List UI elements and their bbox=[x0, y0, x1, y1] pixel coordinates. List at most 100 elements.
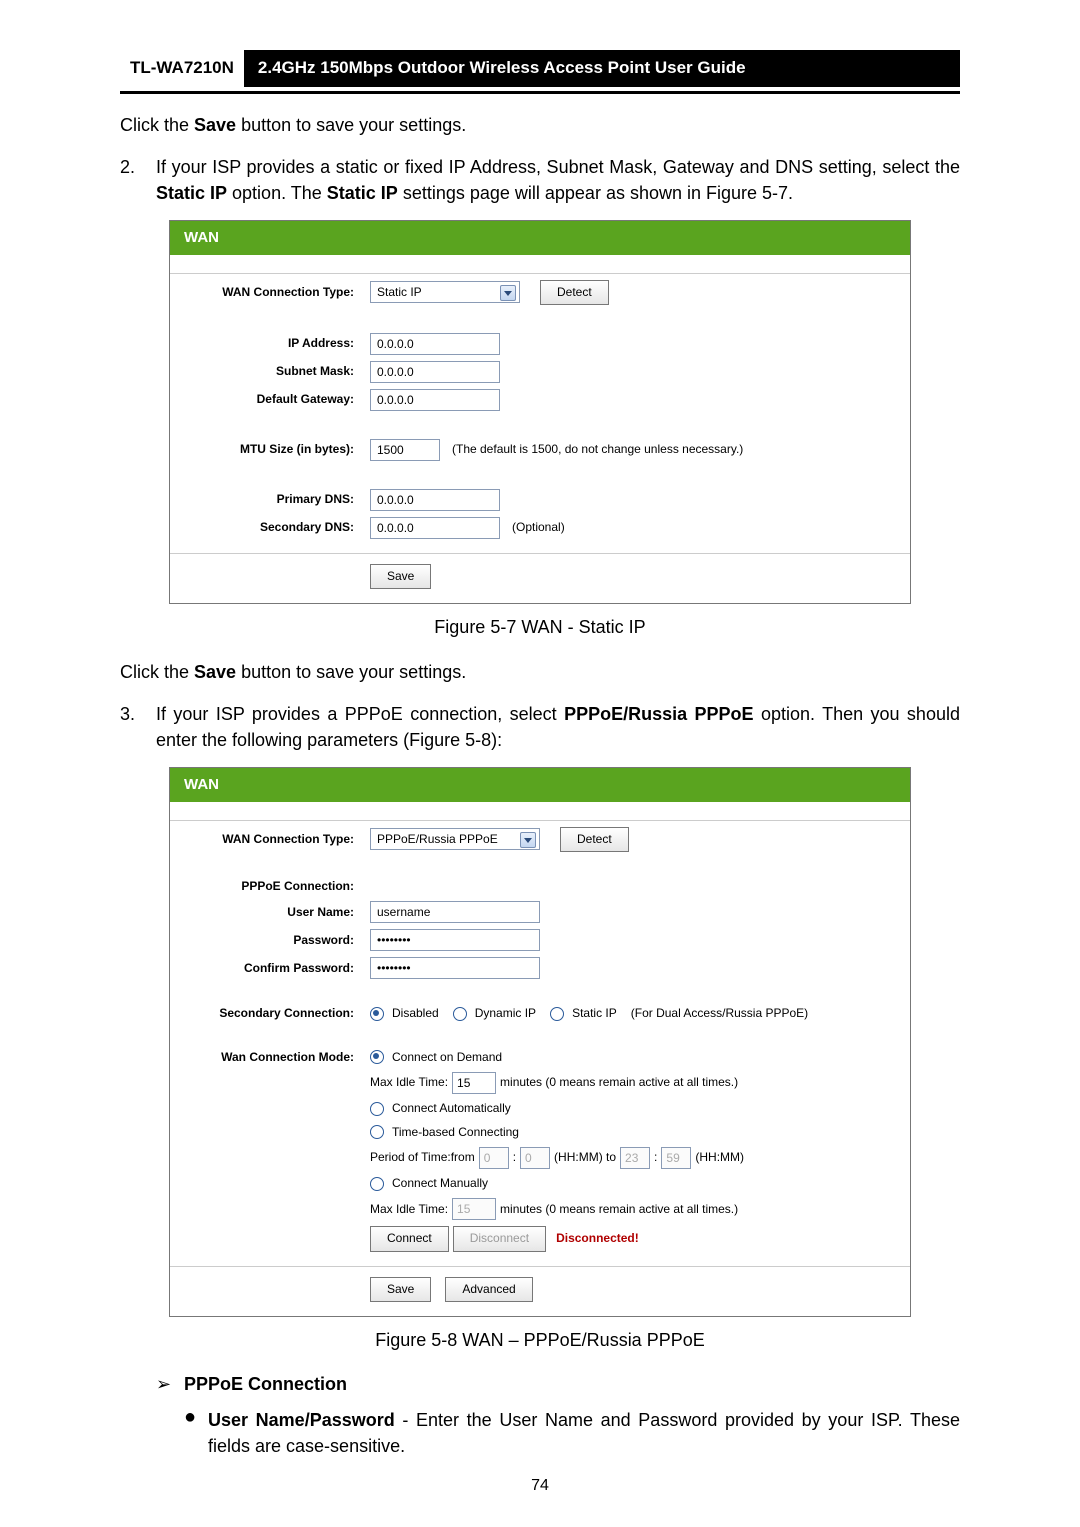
mode-manual-radio[interactable] bbox=[370, 1177, 384, 1191]
pppoe-conn-label: PPPoE Connection: bbox=[170, 878, 370, 895]
sec-dynamic-label: Dynamic IP bbox=[475, 1005, 536, 1022]
header-rule bbox=[120, 91, 960, 94]
sec-static-radio[interactable] bbox=[550, 1007, 564, 1021]
text: button to save your settings. bbox=[236, 115, 466, 135]
mode-auto-label: Connect Automatically bbox=[392, 1100, 511, 1117]
mode-time-radio[interactable] bbox=[370, 1125, 384, 1139]
from-hh-input[interactable] bbox=[479, 1147, 509, 1169]
advanced-button[interactable]: Advanced bbox=[445, 1277, 532, 1302]
pass-input[interactable] bbox=[370, 929, 540, 951]
mtu-note: (The default is 1500, do not change unle… bbox=[452, 441, 743, 458]
conn-type-label: WAN Connection Type: bbox=[170, 831, 370, 848]
item-body: If your ISP provides a static or fixed I… bbox=[156, 154, 960, 206]
idle1-label: Max Idle Time: bbox=[370, 1074, 448, 1091]
cpass-input[interactable] bbox=[370, 957, 540, 979]
conn-type-select[interactable] bbox=[370, 828, 540, 850]
divider bbox=[170, 1266, 910, 1267]
mode-manual-label: Connect Manually bbox=[392, 1175, 488, 1192]
list-item-3: 3. If your ISP provides a PPPoE connecti… bbox=[120, 701, 960, 753]
cpass-label: Confirm Password: bbox=[170, 960, 370, 977]
ip-input[interactable] bbox=[370, 333, 500, 355]
gw-input[interactable] bbox=[370, 389, 500, 411]
idle2-label: Max Idle Time: bbox=[370, 1201, 448, 1218]
save-instruction-2: Click the Save button to save your setti… bbox=[120, 659, 960, 685]
conn-type-select-wrap[interactable] bbox=[370, 828, 540, 850]
sdns-input[interactable] bbox=[370, 517, 500, 539]
sec-disabled-label: Disabled bbox=[392, 1005, 439, 1022]
idle2-input[interactable] bbox=[452, 1198, 496, 1220]
sec-note: (For Dual Access/Russia PPPoE) bbox=[631, 1005, 808, 1022]
panel-heading: WAN bbox=[170, 221, 910, 255]
page-number: 74 bbox=[0, 1474, 1080, 1497]
text: settings page will appear as shown in Fi… bbox=[398, 183, 793, 203]
sec-disabled-radio[interactable] bbox=[370, 1007, 384, 1021]
save-button[interactable]: Save bbox=[370, 1277, 431, 1302]
idle1-input[interactable] bbox=[452, 1072, 496, 1094]
conn-status: Disconnected! bbox=[556, 1230, 639, 1247]
detect-button[interactable]: Detect bbox=[540, 280, 609, 305]
doc-title: 2.4GHz 150Mbps Outdoor Wireless Access P… bbox=[244, 50, 960, 87]
list-item-2: 2. If your ISP provides a static or fixe… bbox=[120, 154, 960, 206]
idle2-note: minutes (0 means remain active at all ti… bbox=[500, 1201, 738, 1218]
mode-auto-radio[interactable] bbox=[370, 1102, 384, 1116]
hhmm-to: (HH:MM) to bbox=[554, 1149, 616, 1166]
figure-5-7-caption: Figure 5-7 WAN - Static IP bbox=[120, 614, 960, 640]
post-section: ➢ PPPoE Connection ● User Name/Password … bbox=[156, 1371, 960, 1459]
disconnect-button[interactable]: Disconnect bbox=[453, 1226, 546, 1251]
user-input[interactable] bbox=[370, 901, 540, 923]
save-instruction-1: Click the Save button to save your setti… bbox=[120, 112, 960, 138]
pppoe-word: PPPoE/Russia PPPoE bbox=[564, 704, 753, 724]
panel-gap bbox=[170, 255, 910, 274]
save-button[interactable]: Save bbox=[370, 564, 431, 589]
gw-label: Default Gateway: bbox=[170, 391, 370, 408]
pdns-label: Primary DNS: bbox=[170, 491, 370, 508]
mask-input[interactable] bbox=[370, 361, 500, 383]
arrow-icon: ➢ bbox=[156, 1371, 184, 1397]
model-label: TL-WA7210N bbox=[120, 50, 244, 87]
mode-time-label: Time-based Connecting bbox=[392, 1124, 519, 1141]
pppoe-conn-heading: PPPoE Connection bbox=[184, 1374, 347, 1394]
conn-type-label: WAN Connection Type: bbox=[170, 284, 370, 301]
unp-bold: User Name/Password bbox=[208, 1410, 395, 1430]
figure-5-8: WAN WAN Connection Type: Detect PPPoE Co… bbox=[169, 767, 911, 1317]
text: button to save your settings. bbox=[236, 662, 466, 682]
text: option. The bbox=[227, 183, 327, 203]
detect-button[interactable]: Detect bbox=[560, 827, 629, 852]
mode-demand-label: Connect on Demand bbox=[392, 1049, 502, 1066]
conn-type-select[interactable] bbox=[370, 281, 520, 303]
sdns-label: Secondary DNS: bbox=[170, 519, 370, 536]
mtu-input[interactable] bbox=[370, 439, 440, 461]
text: If your ISP provides a static or fixed I… bbox=[156, 157, 960, 177]
pdns-input[interactable] bbox=[370, 489, 500, 511]
period-label: Period of Time:from bbox=[370, 1149, 475, 1166]
doc-header: TL-WA7210N 2.4GHz 150Mbps Outdoor Wirele… bbox=[120, 50, 960, 87]
save-word: Save bbox=[194, 662, 236, 682]
item-number: 2. bbox=[120, 154, 156, 206]
text: Click the bbox=[120, 662, 194, 682]
save-word: Save bbox=[194, 115, 236, 135]
mtu-label: MTU Size (in bytes): bbox=[170, 441, 370, 458]
static-ip-word: Static IP bbox=[156, 183, 227, 203]
connect-button[interactable]: Connect bbox=[370, 1226, 449, 1251]
sec-conn-label: Secondary Connection: bbox=[170, 1005, 370, 1022]
ip-label: IP Address: bbox=[170, 335, 370, 352]
sdns-note: (Optional) bbox=[512, 519, 565, 536]
text: If your ISP provides a PPPoE connection,… bbox=[156, 704, 564, 724]
from-mm-input[interactable] bbox=[520, 1147, 550, 1169]
sec-static-label: Static IP bbox=[572, 1005, 617, 1022]
panel-gap bbox=[170, 802, 910, 821]
divider bbox=[170, 553, 910, 554]
mode-demand-radio[interactable] bbox=[370, 1050, 384, 1064]
sec-dynamic-radio[interactable] bbox=[453, 1007, 467, 1021]
to-mm-input[interactable] bbox=[661, 1147, 691, 1169]
to-hh-input[interactable] bbox=[620, 1147, 650, 1169]
idle1-note: minutes (0 means remain active at all ti… bbox=[500, 1074, 738, 1091]
item-body: If your ISP provides a PPPoE connection,… bbox=[156, 701, 960, 753]
panel-heading: WAN bbox=[170, 768, 910, 802]
mask-label: Subnet Mask: bbox=[170, 363, 370, 380]
figure-5-7: WAN WAN Connection Type: Detect IP Addre… bbox=[169, 220, 911, 605]
pass-label: Password: bbox=[170, 932, 370, 949]
bullet-body: User Name/Password - Enter the User Name… bbox=[208, 1407, 960, 1459]
item-number: 3. bbox=[120, 701, 156, 753]
conn-type-select-wrap[interactable] bbox=[370, 281, 520, 303]
